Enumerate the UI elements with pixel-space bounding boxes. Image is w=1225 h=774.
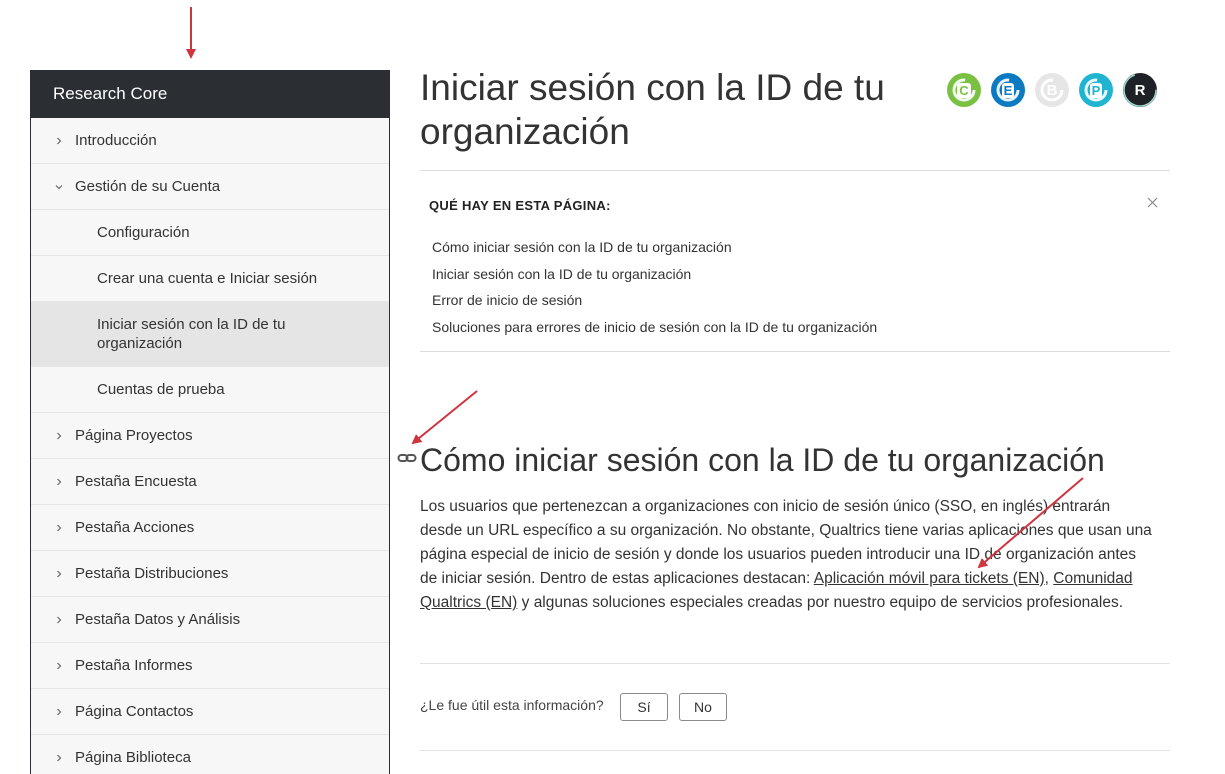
badge-letter: P [1089,82,1103,98]
chevron-right-icon[interactable] [53,551,65,596]
sidebar-item-label: Pestaña Distribuciones [75,565,229,582]
toc-title: QUÉ HAY EN ESTA PÁGINA: [429,198,611,213]
close-icon[interactable] [1147,197,1158,208]
sidebar-item[interactable]: Crear una cuenta e Iniciar sesión [31,256,389,302]
sidebar-item[interactable]: Cuentas de prueba [31,367,389,413]
sidebar-item-label: Pestaña Encuesta [75,473,197,490]
link-mobile-tickets-app[interactable]: Aplicación móvil para tickets (EN) [814,570,1045,587]
feedback-yes-button[interactable]: Sí [620,693,668,721]
badge-letter: R [1134,81,1146,99]
sidebar-item-label: Configuración [97,224,190,241]
sidebar-item-label: Pestaña Informes [75,657,193,674]
chevron-down-icon[interactable] [53,164,65,209]
sidebar-item-label: Pestaña Datos y Análisis [75,611,241,628]
sidebar-item[interactable]: Página Biblioteca [31,735,389,774]
sidebar-item[interactable]: Pestaña Distribuciones [31,551,389,597]
paragraph-separator: , [1044,570,1054,587]
sidebar-item-label: Gestión de su Cuenta [75,178,221,195]
annotation-arrow-anchor [411,390,478,445]
page-title: Iniciar sesión con la ID de tu organizac… [420,67,885,152]
toc-item[interactable]: Cómo iniciar sesión con la ID de tu orga… [432,234,877,261]
section-paragraph: Los usuarios que pertenezcan a organizac… [420,495,1155,615]
chevron-right-icon[interactable] [53,118,65,163]
product-badge-b[interactable]: B [1034,72,1070,108]
toc-list: Cómo iniciar sesión con la ID de tu orga… [432,234,877,341]
sidebar-item[interactable]: Configuración [31,210,389,256]
sidebar-item[interactable]: Página Proyectos [31,413,389,459]
link-icon[interactable] [397,452,417,464]
sidebar-item-label: Introducción [75,132,157,149]
badge-letter: C [957,82,971,98]
chevron-right-icon[interactable] [53,597,65,642]
toc-item[interactable]: Iniciar sesión con la ID de tu organizac… [432,261,877,288]
chevron-right-icon[interactable] [53,689,65,734]
feedback-bar: ¿Le fue útil esta información? Sí No [420,663,1170,751]
sidebar-nav: Research Core Introducción Gestión de su … [30,70,390,774]
toc-item[interactable]: Error de inicio de sesión [432,287,877,314]
sidebar-item-label: Cuentas de prueba [97,381,225,398]
sidebar-item[interactable]: Pestaña Informes [31,643,389,689]
sidebar-item[interactable]: Iniciar sesión con la ID de tu organizac… [31,302,389,367]
sidebar-list: Introducción Gestión de su Cuenta Configur… [31,118,389,774]
chevron-right-icon[interactable] [53,413,65,458]
toc-item[interactable]: Soluciones para errores de inicio de ses… [432,314,877,341]
product-badge-r[interactable]: R [1122,72,1158,108]
sidebar-item-label: Iniciar sesión con la ID de tu organizac… [97,316,286,352]
product-badge-p[interactable]: P [1078,72,1114,108]
badge-letter: B [1046,81,1058,99]
sidebar-item-label: Pestaña Acciones [75,519,195,536]
product-badge-c[interactable]: C [946,72,982,108]
product-badge-e[interactable]: E [990,72,1026,108]
sidebar-item-label: Página Proyectos [75,427,193,444]
sidebar-item[interactable]: Introducción [31,118,389,164]
section-heading: Cómo iniciar sesión con la ID de tu orga… [420,442,1105,478]
chevron-right-icon[interactable] [53,735,65,774]
chevron-right-icon[interactable] [53,505,65,550]
chevron-right-icon[interactable] [53,459,65,504]
sidebar-item[interactable]: Pestaña Acciones [31,505,389,551]
sidebar-item[interactable]: Página Contactos [31,689,389,735]
product-badges: CEBPR [946,72,1158,108]
chevron-right-icon[interactable] [53,643,65,688]
toc-box: QUÉ HAY EN ESTA PÁGINA: Cómo iniciar ses… [420,170,1170,352]
feedback-no-button[interactable]: No [679,693,727,721]
sidebar-item-label: Página Biblioteca [75,749,191,766]
feedback-question: ¿Le fue útil esta información? [420,697,604,713]
badge-letter: E [1001,82,1015,98]
sidebar-item[interactable]: Pestaña Datos y Análisis [31,597,389,643]
sidebar-item-label: Página Contactos [75,703,194,720]
paragraph-text-end: y algunas soluciones especiales creadas … [517,594,1124,611]
sidebar-title[interactable]: Research Core [31,70,389,118]
sidebar-item-label: Crear una cuenta e Iniciar sesión [97,270,318,287]
sidebar-item[interactable]: Pestaña Encuesta [31,459,389,505]
sidebar-item[interactable]: Gestión de su Cuenta [31,164,389,210]
